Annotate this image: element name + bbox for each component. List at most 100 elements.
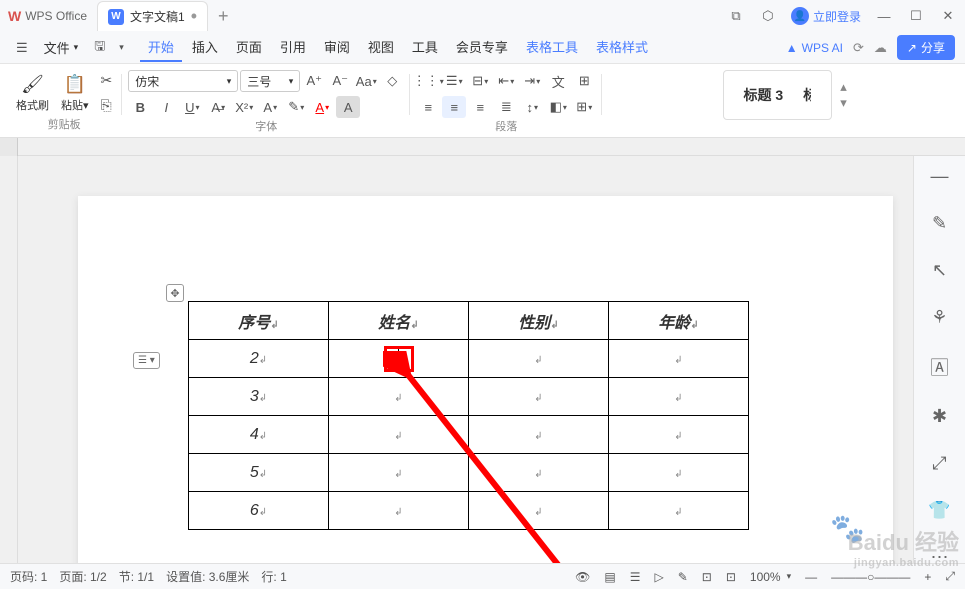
hamburger-icon[interactable]: ☰ [10, 36, 34, 60]
table-cell[interactable]: ↲ [329, 454, 469, 492]
status-line[interactable]: 行: 1 [261, 568, 286, 585]
zoom-control[interactable]: 100%▾ [750, 570, 791, 584]
bold-button[interactable]: B [128, 96, 152, 118]
table-cell[interactable]: 6↲ [189, 492, 329, 530]
sidebar-settings-icon[interactable]: ✱ [932, 406, 947, 427]
table-cell[interactable]: ↲ [609, 340, 749, 378]
vertical-ruler[interactable] [0, 156, 18, 563]
status-page-of[interactable]: 页面: 1/2 [59, 568, 106, 585]
tab-ref[interactable]: 引用 [272, 33, 314, 62]
table-cell[interactable]: ↲ [329, 378, 469, 416]
tab-tools[interactable]: 工具 [404, 33, 446, 62]
cube-icon[interactable]: ⬡ [759, 8, 777, 24]
cut-button[interactable]: ✂ [97, 70, 117, 91]
decrease-font-icon[interactable]: A⁻ [328, 70, 352, 92]
header-cell[interactable]: 性别↲ [469, 302, 609, 340]
table-cell[interactable]: ↲ [329, 416, 469, 454]
table-row[interactable]: 6↲ ↲ ↲ ↲ [189, 492, 749, 530]
document-tab[interactable]: W 文字文稿1 • [97, 1, 208, 31]
more-icon[interactable]: ▾ [113, 38, 130, 57]
table-row[interactable]: 3↲ ↲ ↲ ↲ [189, 378, 749, 416]
format-brush-button[interactable]: 🖌格式刷 [12, 72, 53, 115]
sidebar-translate-icon[interactable]: 🄰 [931, 354, 949, 380]
indent-increase-button[interactable]: ⇥ [520, 70, 544, 92]
tab-view[interactable]: 视图 [360, 33, 402, 62]
document-page[interactable]: ✥ ☰ ▾ 序号↲ 姓名↲ 性别↲ 年龄↲ 2↲ ↲ ↲ 3↲ ↲ ↲ ↲ [78, 196, 893, 563]
indent-decrease-button[interactable]: ⇤ [494, 70, 518, 92]
copy-button[interactable]: ⎘ [97, 95, 117, 116]
save-icon[interactable]: 🖫 [88, 33, 111, 63]
fullscreen-icon[interactable]: ⤢ [945, 569, 955, 584]
text-direction-button[interactable]: 文 [546, 70, 570, 92]
status-section[interactable]: 节: 1/1 [119, 568, 154, 585]
tab-table-style[interactable]: 表格样式 [588, 33, 656, 62]
table-cell[interactable]: ↲ [469, 454, 609, 492]
paste-button[interactable]: 📋粘贴▾ [57, 72, 93, 115]
sidebar-link-icon[interactable]: ⚘ [931, 307, 947, 328]
table-cell[interactable]: ↲ [329, 492, 469, 530]
style-heading3[interactable]: 标题 3 [744, 85, 784, 105]
change-case-icon[interactable]: Aa [354, 70, 378, 92]
sidebar-pen-icon[interactable]: ✎ [932, 213, 947, 234]
active-table-cell[interactable] [329, 340, 469, 378]
sidebar-shirt-icon[interactable]: 👕 [928, 500, 950, 521]
document-canvas[interactable]: ✥ ☰ ▾ 序号↲ 姓名↲ 性别↲ 年龄↲ 2↲ ↲ ↲ 3↲ ↲ ↲ ↲ [18, 156, 913, 563]
window-mode-icon[interactable]: ⧉ [727, 8, 745, 24]
table-cell[interactable]: ↲ [469, 340, 609, 378]
document-table[interactable]: 序号↲ 姓名↲ 性别↲ 年龄↲ 2↲ ↲ ↲ 3↲ ↲ ↲ ↲ 4↲ ↲ ↲ [188, 301, 749, 530]
view-fit-icon[interactable]: ⊡ [726, 570, 736, 584]
table-cell[interactable]: ↲ [469, 378, 609, 416]
wps-ai-button[interactable]: ▲WPS AI [786, 41, 843, 55]
maximize-button[interactable]: ☐ [907, 8, 925, 24]
table-cell[interactable]: ↲ [609, 416, 749, 454]
font-name-select[interactable]: 仿宋▾ [128, 70, 238, 92]
style-expand-button[interactable]: ▴▾ [840, 70, 847, 120]
tab-table-tool[interactable]: 表格工具 [518, 33, 586, 62]
increase-font-icon[interactable]: A⁺ [302, 70, 326, 92]
tab-page[interactable]: 页面 [228, 33, 270, 62]
table-cell[interactable]: 2↲ [189, 340, 329, 378]
zoom-in-icon[interactable]: + [924, 570, 931, 584]
tab-review[interactable]: 审阅 [316, 33, 358, 62]
align-right-button[interactable]: ≡ [468, 96, 492, 118]
sidebar-cursor-icon[interactable]: ↖ [932, 260, 947, 281]
line-spacing-button[interactable]: ↕ [520, 96, 544, 118]
horizontal-ruler[interactable] [0, 138, 965, 156]
zoom-out-icon[interactable]: — [805, 570, 817, 584]
header-cell[interactable]: 年龄↲ [609, 302, 749, 340]
table-cell[interactable]: ↲ [609, 378, 749, 416]
minimize-button[interactable]: — [875, 9, 893, 24]
view-print-icon[interactable]: ▤ [604, 570, 615, 584]
status-setting[interactable]: 设置值: 3.6厘米 [166, 568, 249, 585]
tab-insert[interactable]: 插入 [184, 33, 226, 62]
view-read-icon[interactable]: 👁 [575, 570, 590, 584]
strikethrough-button[interactable]: A̶ [206, 96, 230, 118]
align-justify-button[interactable]: ≣ [494, 96, 518, 118]
align-left-button[interactable]: ≡ [416, 96, 440, 118]
superscript-button[interactable]: X² [232, 96, 256, 118]
table-move-handle[interactable]: ✥ [166, 284, 184, 302]
zoom-slider[interactable]: ———○——— [831, 570, 910, 584]
table-cell[interactable]: 5↲ [189, 454, 329, 492]
table-cell[interactable]: ↲ [469, 492, 609, 530]
font-size-select[interactable]: 三号▾ [240, 70, 300, 92]
share-button[interactable]: ↗ 分享 [897, 35, 955, 60]
multilevel-list-button[interactable]: ⊟ [468, 70, 492, 92]
view-focus-icon[interactable]: ⊡ [702, 570, 712, 584]
tab-start[interactable]: 开始 [140, 33, 182, 62]
header-cell[interactable]: 序号↲ [189, 302, 329, 340]
table-row[interactable]: 4↲ ↲ ↲ ↲ [189, 416, 749, 454]
table-cell[interactable]: ↲ [469, 416, 609, 454]
highlight-color-button[interactable]: ✎ [284, 96, 308, 118]
cloud-emoji-icon[interactable]: ☁ [874, 40, 887, 56]
clear-format-icon[interactable]: ◇ [380, 70, 404, 92]
file-menu[interactable]: 文件 ▾ [36, 34, 87, 61]
status-page-num[interactable]: 页码: 1 [10, 568, 47, 585]
table-cell[interactable]: ↲ [609, 492, 749, 530]
number-list-button[interactable]: ☰ [442, 70, 466, 92]
header-cell[interactable]: 姓名↲ [329, 302, 469, 340]
view-outline-icon[interactable]: ☰ [630, 570, 641, 584]
close-button[interactable]: ✕ [939, 8, 957, 24]
sidebar-expand-icon[interactable]: ⤢ [932, 453, 946, 474]
align-center-button[interactable]: ≡ [442, 96, 466, 118]
